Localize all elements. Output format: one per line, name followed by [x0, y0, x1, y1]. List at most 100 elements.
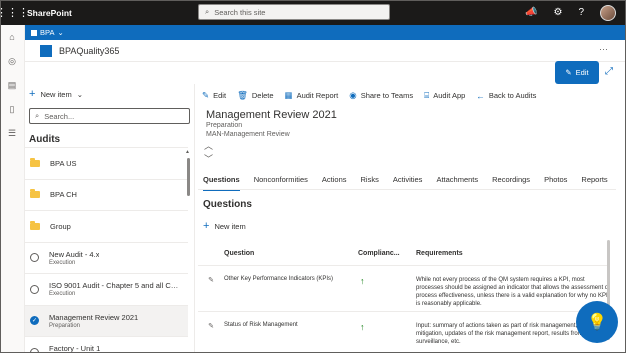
edit-button[interactable]: ✎ Edit [202, 90, 226, 101]
list-item-title: ISO 9001 Audit - Chapter 5 and all Clau.… [49, 281, 179, 291]
audit-list-pane: + New item ⌄ ⌕ Search... Audits BPA US BP… [25, 84, 195, 353]
detail-pane: ✎ Edit 🗑 Delete ▦ Audit Report ◉ Share to Te… [198, 84, 616, 353]
pencil-icon[interactable]: ✎ [198, 276, 224, 284]
compliance-up-arrow-icon: ↑ [360, 322, 365, 332]
new-question-button[interactable]: + New item [203, 220, 246, 232]
plus-icon: + [29, 88, 36, 100]
column-question[interactable]: Question [224, 250, 358, 257]
new-item-label: New item [40, 89, 72, 99]
list-item[interactable]: Factory - Unit 1Execution [25, 336, 188, 353]
back-to-audits-button[interactable]: ← Back to Audits [476, 91, 536, 101]
hub-name[interactable]: BPA [40, 28, 54, 37]
chevron-down-icon: ⌄ [76, 89, 83, 99]
site-search-box[interactable]: ⌕ Search this site [198, 4, 390, 20]
list-icon[interactable]: ☰ [0, 121, 24, 145]
list-scrollbar[interactable] [187, 158, 190, 196]
radio-icon[interactable] [30, 347, 39, 353]
question-cell: Status of Risk Management [224, 322, 298, 328]
list-item[interactable]: Group [25, 210, 188, 242]
teams-icon: ◉ [349, 90, 357, 100]
item-status: Preparation [206, 122, 243, 129]
site-header: BPAQuality365 ··· [25, 40, 626, 62]
table-row[interactable]: ✎ Status of Risk Management ↑ Input: summar… [198, 312, 610, 353]
home-icon[interactable]: ⌂ [0, 25, 24, 49]
trash-icon: 🗑 [237, 90, 248, 100]
list-item-status: Execution [49, 291, 76, 298]
list-item-title: New Audit - 4.x [49, 249, 100, 259]
site-search-placeholder: Search this site [214, 7, 266, 17]
share-label: Share to Teams [360, 91, 414, 100]
list-item[interactable]: BPA CH [25, 178, 188, 211]
list-item-status: Execution [49, 259, 76, 266]
question-cell: Other Key Performance Indicators (KPIs) [224, 276, 334, 282]
audit-list: BPA US BPA CH Group New Audit - 4.x Executio… [25, 147, 188, 353]
site-logo[interactable] [40, 44, 52, 57]
help-icon[interactable]: ? [578, 7, 584, 18]
news-icon[interactable]: ▤ [0, 73, 24, 97]
avatar[interactable] [600, 4, 616, 21]
suite-bar: ⋮⋮⋮ SharePoint ⌕ Search this site 📣 ⚙ ? [0, 0, 626, 25]
scroll-up-arrow[interactable]: ▲ [185, 149, 190, 155]
list-item-title: BPA US [50, 158, 77, 168]
audit-app-label: Audit App [433, 91, 466, 100]
checkmark-icon[interactable]: ✓ [30, 316, 39, 326]
audit-app-button[interactable]: ⌸ Audit App [424, 90, 465, 101]
list-item-status: Preparation [49, 322, 81, 329]
globe-icon[interactable]: ◎ [0, 49, 24, 73]
app-brand[interactable]: SharePoint [27, 8, 72, 18]
list-item-title: BPA CH [50, 190, 77, 200]
delete-button[interactable]: 🗑 Delete [237, 90, 273, 101]
edit-label: Edit [213, 91, 227, 100]
plus-icon: + [203, 220, 210, 232]
megaphone-icon[interactable]: 📣 [525, 7, 537, 18]
new-question-label: New item [214, 221, 246, 231]
file-icon[interactable]: ▯ [0, 97, 24, 121]
back-label: Back to Audits [488, 91, 537, 100]
hub-logo-icon [31, 29, 37, 36]
chevron-down-icon[interactable]: ﹀ [204, 152, 213, 165]
chevron-down-icon[interactable]: ⌄ [57, 28, 63, 37]
requirements-cell: While not every process of the QM system… [416, 277, 610, 307]
chevron-up-icon[interactable]: ︿ [204, 139, 213, 152]
new-item-button[interactable]: + New item ⌄ [29, 88, 83, 100]
pencil-icon: ✎ [202, 90, 210, 100]
hub-bar: BPA ⌄ [25, 25, 626, 40]
table-row[interactable]: ✎ Other Key Performance Indicators (KPIs)… [198, 266, 610, 312]
expand-icon[interactable]: ⤢ [605, 66, 613, 77]
list-item-title: Management Review 2021 [49, 312, 139, 322]
item-title: Management Review 2021 [206, 109, 337, 121]
list-search-placeholder: Search... [44, 111, 75, 121]
lightbulb-icon: 💡 [587, 314, 607, 331]
list-item[interactable]: New Audit - 4.x Execution [25, 241, 188, 274]
tab-divider [198, 189, 616, 190]
questions-table: Question Complianc... Requirements ✎ Othe… [198, 242, 610, 353]
item-code: MAN-Management Review [206, 131, 290, 138]
list-item[interactable]: ✓ Management Review 2021 Preparation [25, 304, 188, 336]
questions-header: Questions [203, 199, 252, 210]
site-title[interactable]: BPAQuality365 [59, 46, 119, 56]
list-item[interactable]: BPA US [25, 147, 188, 179]
app-rail: ⌂ ◎ ▤ ▯ ☰ [0, 25, 25, 353]
waffle-icon[interactable]: ⋮⋮⋮ [0, 0, 29, 25]
back-arrow-icon: ← [476, 90, 485, 101]
gear-icon[interactable]: ⚙ [553, 7, 562, 18]
table-header: Question Complianc... Requirements [198, 242, 610, 266]
folder-icon [30, 220, 40, 230]
audit-report-button[interactable]: ▦ Audit Report [285, 90, 339, 101]
pencil-icon[interactable]: ✎ [198, 322, 224, 330]
list-item[interactable]: ISO 9001 Audit - Chapter 5 and all Clau.… [25, 273, 188, 305]
share-to-teams-button[interactable]: ◉ Share to Teams [349, 90, 413, 101]
radio-icon[interactable] [30, 253, 39, 263]
list-search-input[interactable]: ⌕ Search... [29, 108, 190, 124]
column-compliance[interactable]: Complianc... [358, 250, 416, 257]
report-icon: ▦ [284, 90, 293, 100]
more-icon[interactable]: ··· [599, 44, 608, 54]
search-icon: ⌕ [35, 111, 40, 120]
delete-label: Delete [251, 91, 274, 100]
lightbulb-help-button[interactable]: 💡 [576, 301, 618, 343]
radio-icon[interactable] [30, 284, 39, 294]
edit-page-button[interactable]: ✎ Edit [555, 61, 599, 84]
command-bar: ✎ Edit 🗑 Delete ▦ Audit Report ◉ Share to Te… [202, 90, 536, 101]
column-requirements[interactable]: Requirements [416, 250, 610, 258]
list-item-title: Factory - Unit 1 [49, 344, 101, 353]
